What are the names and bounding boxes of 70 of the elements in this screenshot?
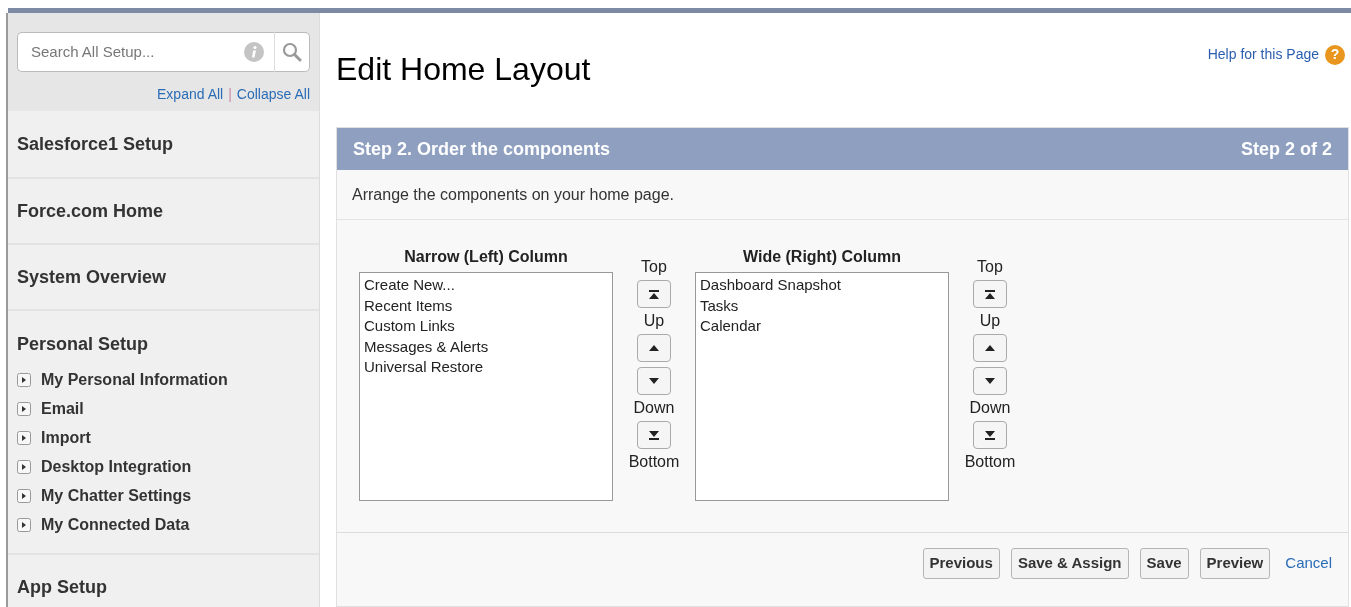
cancel-link[interactable]: Cancel bbox=[1285, 552, 1332, 575]
sidebar-link[interactable]: Collapse All bbox=[236, 84, 310, 105]
section-heading[interactable]: Force.com Home bbox=[17, 197, 164, 225]
page-title: Edit Home Layout bbox=[336, 50, 591, 89]
expand-icon[interactable] bbox=[17, 460, 31, 474]
list-option[interactable]: Tasks bbox=[700, 295, 944, 316]
arrow-down-icon bbox=[985, 378, 995, 384]
control-label: Down bbox=[969, 398, 1011, 418]
list-option[interactable]: Universal Restore bbox=[364, 357, 608, 378]
control-label: Bottom bbox=[628, 452, 680, 472]
search-icon bbox=[282, 42, 302, 62]
section-heading[interactable]: System Overview bbox=[17, 263, 167, 291]
section-heading[interactable]: Personal Setup bbox=[17, 331, 310, 358]
list-option[interactable]: Recent Items bbox=[364, 295, 608, 316]
arrow-to-bottom-icon bbox=[649, 430, 659, 440]
sidebar-link[interactable]: Expand All bbox=[157, 84, 224, 105]
arrow-down-icon bbox=[649, 378, 659, 384]
list-option[interactable]: Messages & Alerts bbox=[364, 336, 608, 357]
search-field[interactable]: Search All Setup... bbox=[17, 32, 274, 72]
move-up-button[interactable] bbox=[637, 334, 671, 362]
move-bottom-button[interactable] bbox=[637, 421, 671, 449]
move-top-button[interactable] bbox=[973, 280, 1007, 308]
move-bottom-button[interactable] bbox=[973, 421, 1007, 449]
column-heading: Narrow (Left) Column bbox=[404, 247, 568, 267]
arrow-to-top-icon bbox=[985, 289, 995, 299]
expand-icon[interactable] bbox=[17, 402, 31, 416]
control-label: Top bbox=[977, 257, 1003, 277]
list-option[interactable]: Custom Links bbox=[364, 316, 608, 337]
list-option[interactable]: Create New... bbox=[364, 275, 608, 296]
control-label: Up bbox=[979, 311, 1001, 331]
arrow-to-bottom-icon bbox=[985, 430, 995, 440]
list-option[interactable]: Dashboard Snapshot bbox=[700, 275, 944, 296]
expand-icon[interactable] bbox=[17, 489, 31, 503]
column-heading: Wide (Right) Column bbox=[742, 247, 901, 267]
footer-button[interactable]: Save & Assign bbox=[1010, 548, 1129, 579]
section-heading[interactable]: Salesforce1 Setup bbox=[17, 130, 174, 158]
list-option[interactable]: Calendar bbox=[700, 316, 944, 337]
step-count: Step 2 of 2 bbox=[1240, 137, 1332, 161]
control-label: Top bbox=[641, 257, 667, 277]
expand-icon[interactable] bbox=[17, 518, 31, 532]
control-label: Up bbox=[643, 311, 665, 331]
sidebar-link[interactable]: My Connected Data bbox=[41, 513, 190, 537]
sidebar-link[interactable]: Email bbox=[41, 397, 84, 421]
list-box[interactable]: Create New... Recent Items Custom Links Messages & Alerts Universal Restore bbox=[359, 272, 613, 501]
step-title: Step 2. Order the components bbox=[353, 137, 611, 161]
expand-icon[interactable] bbox=[17, 431, 31, 445]
search-button[interactable] bbox=[274, 32, 310, 72]
separator-text: | bbox=[228, 85, 232, 104]
move-top-button[interactable] bbox=[637, 280, 671, 308]
arrow-up-icon bbox=[985, 345, 995, 351]
footer-button[interactable]: Preview bbox=[1199, 548, 1271, 579]
help-link[interactable]: Help for this Page bbox=[1207, 44, 1319, 65]
sidebar-link[interactable]: My Chatter Settings bbox=[41, 484, 192, 508]
sidebar-link[interactable]: Import bbox=[41, 426, 91, 450]
expand-icon[interactable] bbox=[17, 373, 31, 387]
list-box[interactable]: Dashboard Snapshot Tasks Calendar bbox=[695, 272, 949, 501]
arrow-to-top-icon bbox=[649, 289, 659, 299]
footer-button[interactable]: Previous bbox=[922, 548, 1000, 579]
control-label: Bottom bbox=[964, 452, 1016, 472]
sidebar-link[interactable]: My Personal Information bbox=[41, 368, 228, 392]
control-label: Down bbox=[633, 398, 675, 418]
section-heading[interactable]: App Setup bbox=[17, 573, 107, 601]
move-up-button[interactable] bbox=[973, 334, 1007, 362]
sidebar-link[interactable]: Desktop Integration bbox=[41, 455, 192, 479]
arrow-up-icon bbox=[649, 345, 659, 351]
footer-button[interactable]: Save bbox=[1139, 548, 1189, 579]
info-icon bbox=[244, 42, 264, 62]
move-down-button[interactable] bbox=[973, 367, 1007, 395]
description-text: Arrange the components on your home page. bbox=[337, 170, 1348, 220]
move-down-button[interactable] bbox=[637, 367, 671, 395]
